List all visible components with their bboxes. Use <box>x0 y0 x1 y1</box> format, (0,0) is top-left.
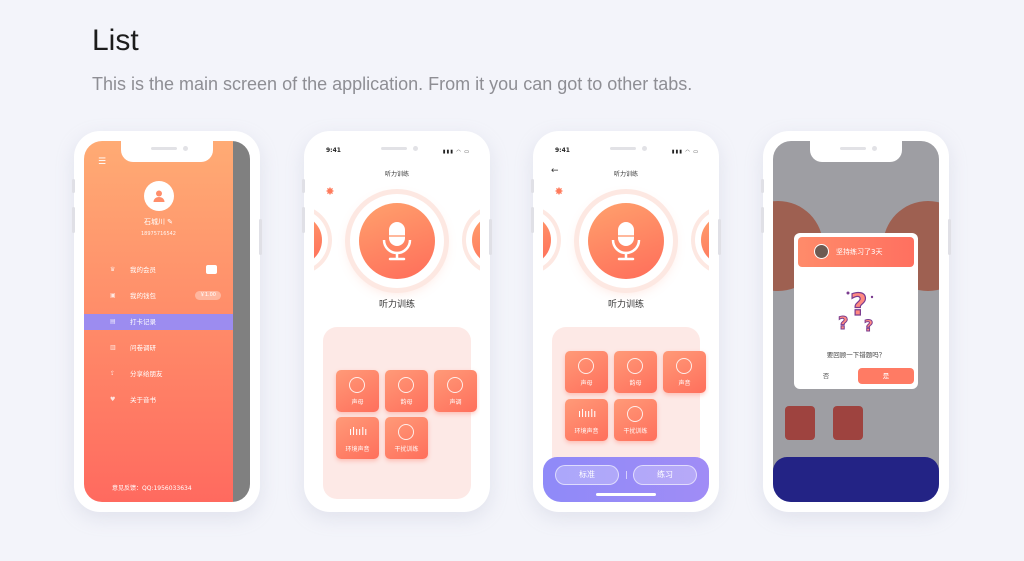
nav-title: 听力训练 <box>613 171 638 178</box>
mic-label: 听力训练 <box>378 300 415 310</box>
waveform-icon: ılıılı <box>578 407 597 420</box>
microphone-icon <box>382 222 412 261</box>
initials-icon <box>349 377 365 393</box>
main-screen: 9:41 ▮▮▮ ◠ ▭ 听力训练 ✸ 听力训练 声母 韵母 声调 ılıılı 环… <box>314 141 480 502</box>
menu-item-membership[interactable]: ♛ 我的会员 <box>84 262 233 278</box>
tile-tones[interactable]: 声调 <box>434 370 477 412</box>
phone-mockup-main: 9:41 ▮▮▮ ◠ ▭ 听力训练 ✸ 听力训练 声母 韵母 声调 ılıılı 环… <box>302 131 492 512</box>
mic-button[interactable] <box>350 194 444 288</box>
microphone-icon <box>611 222 641 261</box>
sounds-icon <box>676 358 692 374</box>
dialog-screen: 坚持练习了3天 ? ? ? 要回顾一下错题吗？ 否 是 <box>773 141 939 502</box>
tile-interference[interactable]: 干扰训练 <box>385 417 428 459</box>
nav-title: 听力训练 <box>384 171 409 178</box>
page-title: List <box>92 24 139 57</box>
tile-environment[interactable]: ılıılı 环境声音 <box>336 417 379 459</box>
mode-switch-bar: 标准 练习 <box>543 457 709 502</box>
phone-mockup-drawer: ☰ 石城川 ✎ 18975716542 ♛ 我的会员 ▣ 我的钱包 ￥1.00 … <box>72 131 262 512</box>
tile-interference[interactable]: 干扰训练 <box>614 399 657 441</box>
mic-carousel-left[interactable] <box>314 209 328 271</box>
crown-icon: ♛ <box>110 266 116 273</box>
settings-gear-icon[interactable]: ✸ <box>324 186 336 198</box>
mic-button[interactable] <box>579 194 673 288</box>
share-icon: ⇪ <box>110 370 116 377</box>
tile-environment[interactable]: ılıılı 环境声音 <box>565 399 608 441</box>
home-indicator <box>596 493 656 496</box>
menu-item-survey[interactable]: ▥ 问卷调研 <box>84 340 233 356</box>
wallet-balance-badge: ￥1.00 <box>194 291 221 300</box>
mic-carousel-right[interactable] <box>466 209 480 271</box>
signal-icon: ▮▮▮ ◠ ▭ <box>671 149 699 155</box>
finals-icon <box>398 377 414 393</box>
heart-icon: ♥ <box>110 396 116 403</box>
svg-text:?: ? <box>864 316 873 333</box>
menu-item-share[interactable]: ⇪ 分享给朋友 <box>84 366 233 382</box>
practice-screen: 9:41 ▮▮▮ ◠ ▭ ← 听力训练 ✸ 听力训练 声母 韵母 声音 ılııl… <box>543 141 709 502</box>
initials-icon <box>578 358 594 374</box>
waveform-icon: ılıılı <box>349 425 368 438</box>
drawer-screen: ☰ 石城川 ✎ 18975716542 ♛ 我的会员 ▣ 我的钱包 ￥1.00 … <box>84 141 250 502</box>
vip-icon <box>206 265 217 274</box>
mic-carousel-left[interactable] <box>543 209 557 271</box>
avatar[interactable] <box>144 181 174 211</box>
calendar-icon: ▤ <box>110 318 116 325</box>
bar-chart-icon: ▥ <box>110 344 116 351</box>
category-panel: 声母 韵母 声调 ılıılı 环境声音 干扰训练 <box>323 327 477 499</box>
streak-dialog: 坚持练习了3天 ? ? ? 要回顾一下错题吗？ 否 是 <box>794 233 918 389</box>
finals-icon <box>627 358 643 374</box>
dialog-no-button[interactable]: 否 <box>800 368 852 384</box>
menu-item-about[interactable]: ♥ 关于音书 <box>84 392 233 408</box>
mic-carousel-right[interactable] <box>695 209 709 271</box>
tile-initials[interactable]: 声母 <box>565 351 608 393</box>
user-name: 石城川 ✎ <box>143 218 174 226</box>
dimmed-background[interactable] <box>233 141 250 502</box>
signal-icon: ▮▮▮ ◠ ▭ <box>442 149 470 155</box>
tile-sounds[interactable]: 声音 <box>663 351 706 393</box>
dialog-yes-button[interactable]: 是 <box>858 368 914 384</box>
interference-icon <box>627 406 643 422</box>
phone-mockup-practice: 9:41 ▮▮▮ ◠ ▭ ← 听力训练 ✸ 听力训练 声母 韵母 声音 ılııl… <box>531 131 721 512</box>
tile-initials[interactable]: 声母 <box>336 370 379 412</box>
mic-label: 听力训练 <box>607 300 644 310</box>
standard-mode-button[interactable]: 标准 <box>555 465 619 485</box>
side-drawer: ☰ 石城川 ✎ 18975716542 ♛ 我的会员 ▣ 我的钱包 ￥1.00 … <box>84 141 233 502</box>
user-phone: 18975716542 <box>141 231 176 237</box>
tile-finals[interactable]: 韵母 <box>614 351 657 393</box>
tile-finals[interactable]: 韵母 <box>385 370 428 412</box>
page-subtitle: This is the main screen of the applicati… <box>92 74 693 94</box>
wallet-icon: ▣ <box>110 292 116 299</box>
question-marks-icon: ? ? ? <box>838 287 874 333</box>
menu-icon[interactable]: ☰ <box>98 157 108 167</box>
practice-mode-button[interactable]: 练习 <box>633 465 697 485</box>
interference-icon <box>398 424 414 440</box>
feedback-text: 意见反馈：QQ:1956033634 <box>112 485 192 492</box>
svg-text:?: ? <box>838 313 848 333</box>
phone-mockup-dialog: 坚持练习了3天 ? ? ? 要回顾一下错题吗？ 否 是 <box>761 131 951 512</box>
tones-icon <box>447 377 463 393</box>
dialog-question: 要回顾一下错题吗？ <box>826 351 886 359</box>
dialog-avatar <box>814 244 829 259</box>
menu-item-wallet[interactable]: ▣ 我的钱包 ￥1.00 <box>84 288 233 304</box>
menu-item-checkin[interactable]: ▤ 打卡记录 <box>84 314 233 330</box>
settings-gear-icon[interactable]: ✸ <box>553 186 565 198</box>
